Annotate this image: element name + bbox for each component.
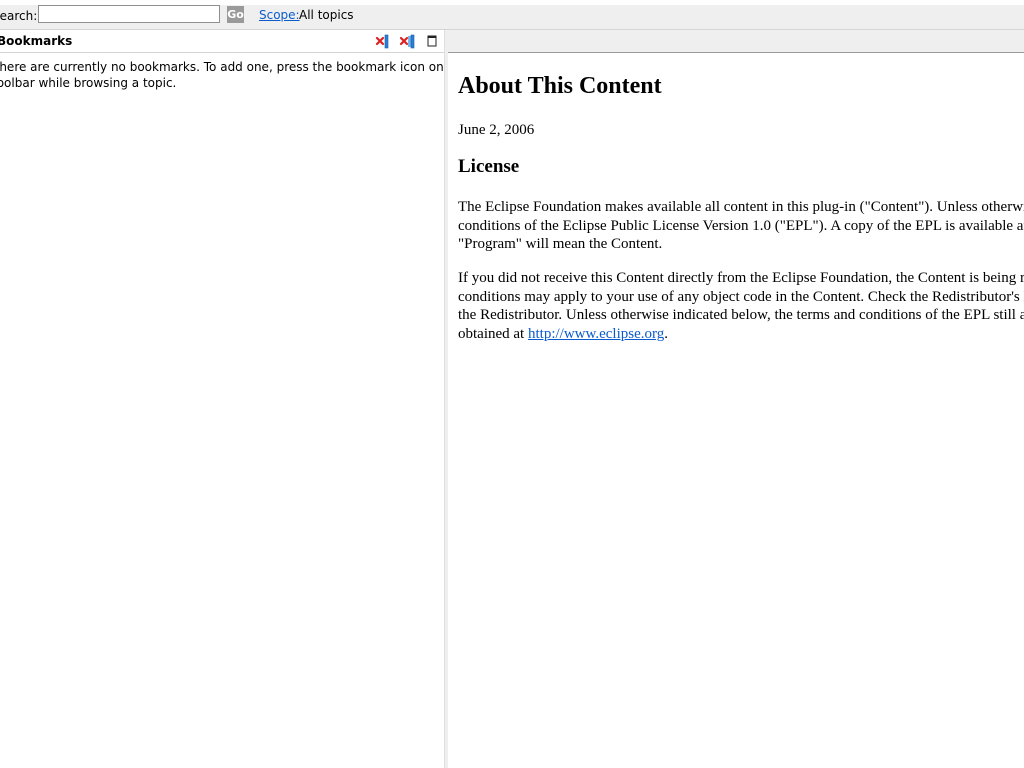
document-date: June 2, 2006 — [458, 122, 535, 138]
section-heading: License — [458, 156, 520, 177]
page-title: About This Content — [458, 73, 662, 99]
paragraph-line-last: obtained at http://www.eclipse.org. — [458, 325, 1024, 344]
paragraph-line: the Redistributor. Unless otherwise indi… — [458, 307, 1024, 323]
content-panel: About This Content June 2, 2006 License … — [448, 30, 1024, 768]
paragraph-line: conditions of the Eclipse Public License… — [458, 217, 1024, 234]
no-bookmarks-message: There are currently no bookmarks. To add… — [0, 59, 502, 91]
bookmarks-panel: Bookmarks There are currently no bookmar… — [0, 30, 502, 768]
document-body: About This Content June 2, 2006 License … — [458, 72, 1024, 342]
search-label: Search: — [0, 9, 38, 23]
message-line: toolbar while browsing a topic. — [0, 76, 177, 90]
paragraph-line: If you did not receive this Content dire… — [458, 270, 1024, 286]
search-toolbar: Search: Go Scope: All topics — [0, 5, 1024, 30]
license-paragraph-2: If you did not receive this Content dire… — [458, 269, 1024, 343]
delete-bookmark-icon[interactable] — [374, 33, 390, 49]
scope-value: All topics — [299, 8, 354, 22]
bookmarks-title: Bookmarks — [0, 34, 73, 48]
content-toolbar — [448, 30, 1024, 53]
maximize-icon[interactable] — [424, 33, 440, 49]
message-line: There are currently no bookmarks. To add… — [0, 60, 502, 74]
search-input[interactable] — [38, 5, 220, 23]
delete-all-bookmarks-icon[interactable] — [399, 33, 416, 49]
paragraph-line: "Program" will mean the Content. — [458, 236, 663, 252]
paragraph-line: conditions may apply to your use of any … — [458, 288, 1024, 305]
bookmarks-header: Bookmarks — [0, 30, 444, 53]
paragraph-text: obtained at — [458, 325, 525, 342]
eclipse-link[interactable]: http://www.eclipse.org — [528, 326, 664, 342]
scope-link[interactable]: Scope: — [259, 8, 300, 22]
license-paragraph-1: The Eclipse Foundation makes available a… — [458, 198, 1024, 254]
go-button[interactable]: Go — [227, 6, 244, 23]
paragraph-end: . — [664, 325, 668, 342]
paragraph-line: The Eclipse Foundation makes available a… — [458, 199, 1024, 215]
